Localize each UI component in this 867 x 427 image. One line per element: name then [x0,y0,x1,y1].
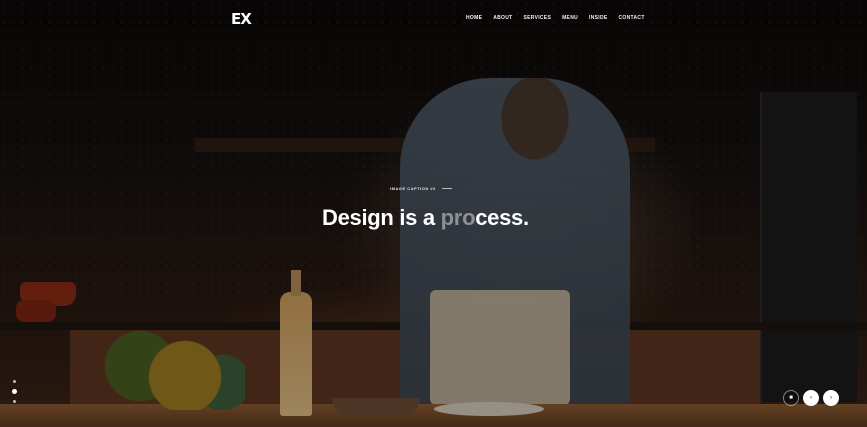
next-slide-button[interactable]: › [823,390,839,406]
arrow-left-icon: ‹ [810,395,812,401]
caption-divider [441,188,452,189]
arrow-right-icon: › [830,395,832,401]
headline-text-end: cess. [475,205,529,230]
pause-icon: ■ [789,395,793,401]
nav-item-about[interactable]: ABOUT [493,15,512,21]
pagination-dot[interactable] [13,400,16,403]
nav-item-services[interactable]: SERVICES [523,15,551,21]
pagination-dot[interactable] [13,380,16,383]
pagination-dot-active[interactable] [12,389,17,394]
prev-slide-button[interactable]: ‹ [803,390,819,406]
nav-item-menu[interactable]: MENU [562,15,578,21]
nav-item-contact[interactable]: CONTACT [619,15,645,21]
image-caption-text: IMAGE CAPTION #2 [390,186,436,191]
nav-item-home[interactable]: HOME [466,15,482,21]
hero-headline: Design is a process. [322,205,529,231]
slider-pagination [12,380,17,403]
slider-controls: ■ ‹ › [783,390,839,406]
headline-text-start: Design is a [322,205,441,230]
site-logo[interactable]: EX [231,10,252,28]
nav-item-inside[interactable]: INSIDE [589,15,607,21]
image-caption: IMAGE CAPTION #2 [390,186,452,191]
pause-button[interactable]: ■ [783,390,799,406]
main-nav: HOME ABOUT SERVICES MENU INSIDE CONTACT [466,15,645,21]
headline-text-ghost: pro [440,205,476,230]
